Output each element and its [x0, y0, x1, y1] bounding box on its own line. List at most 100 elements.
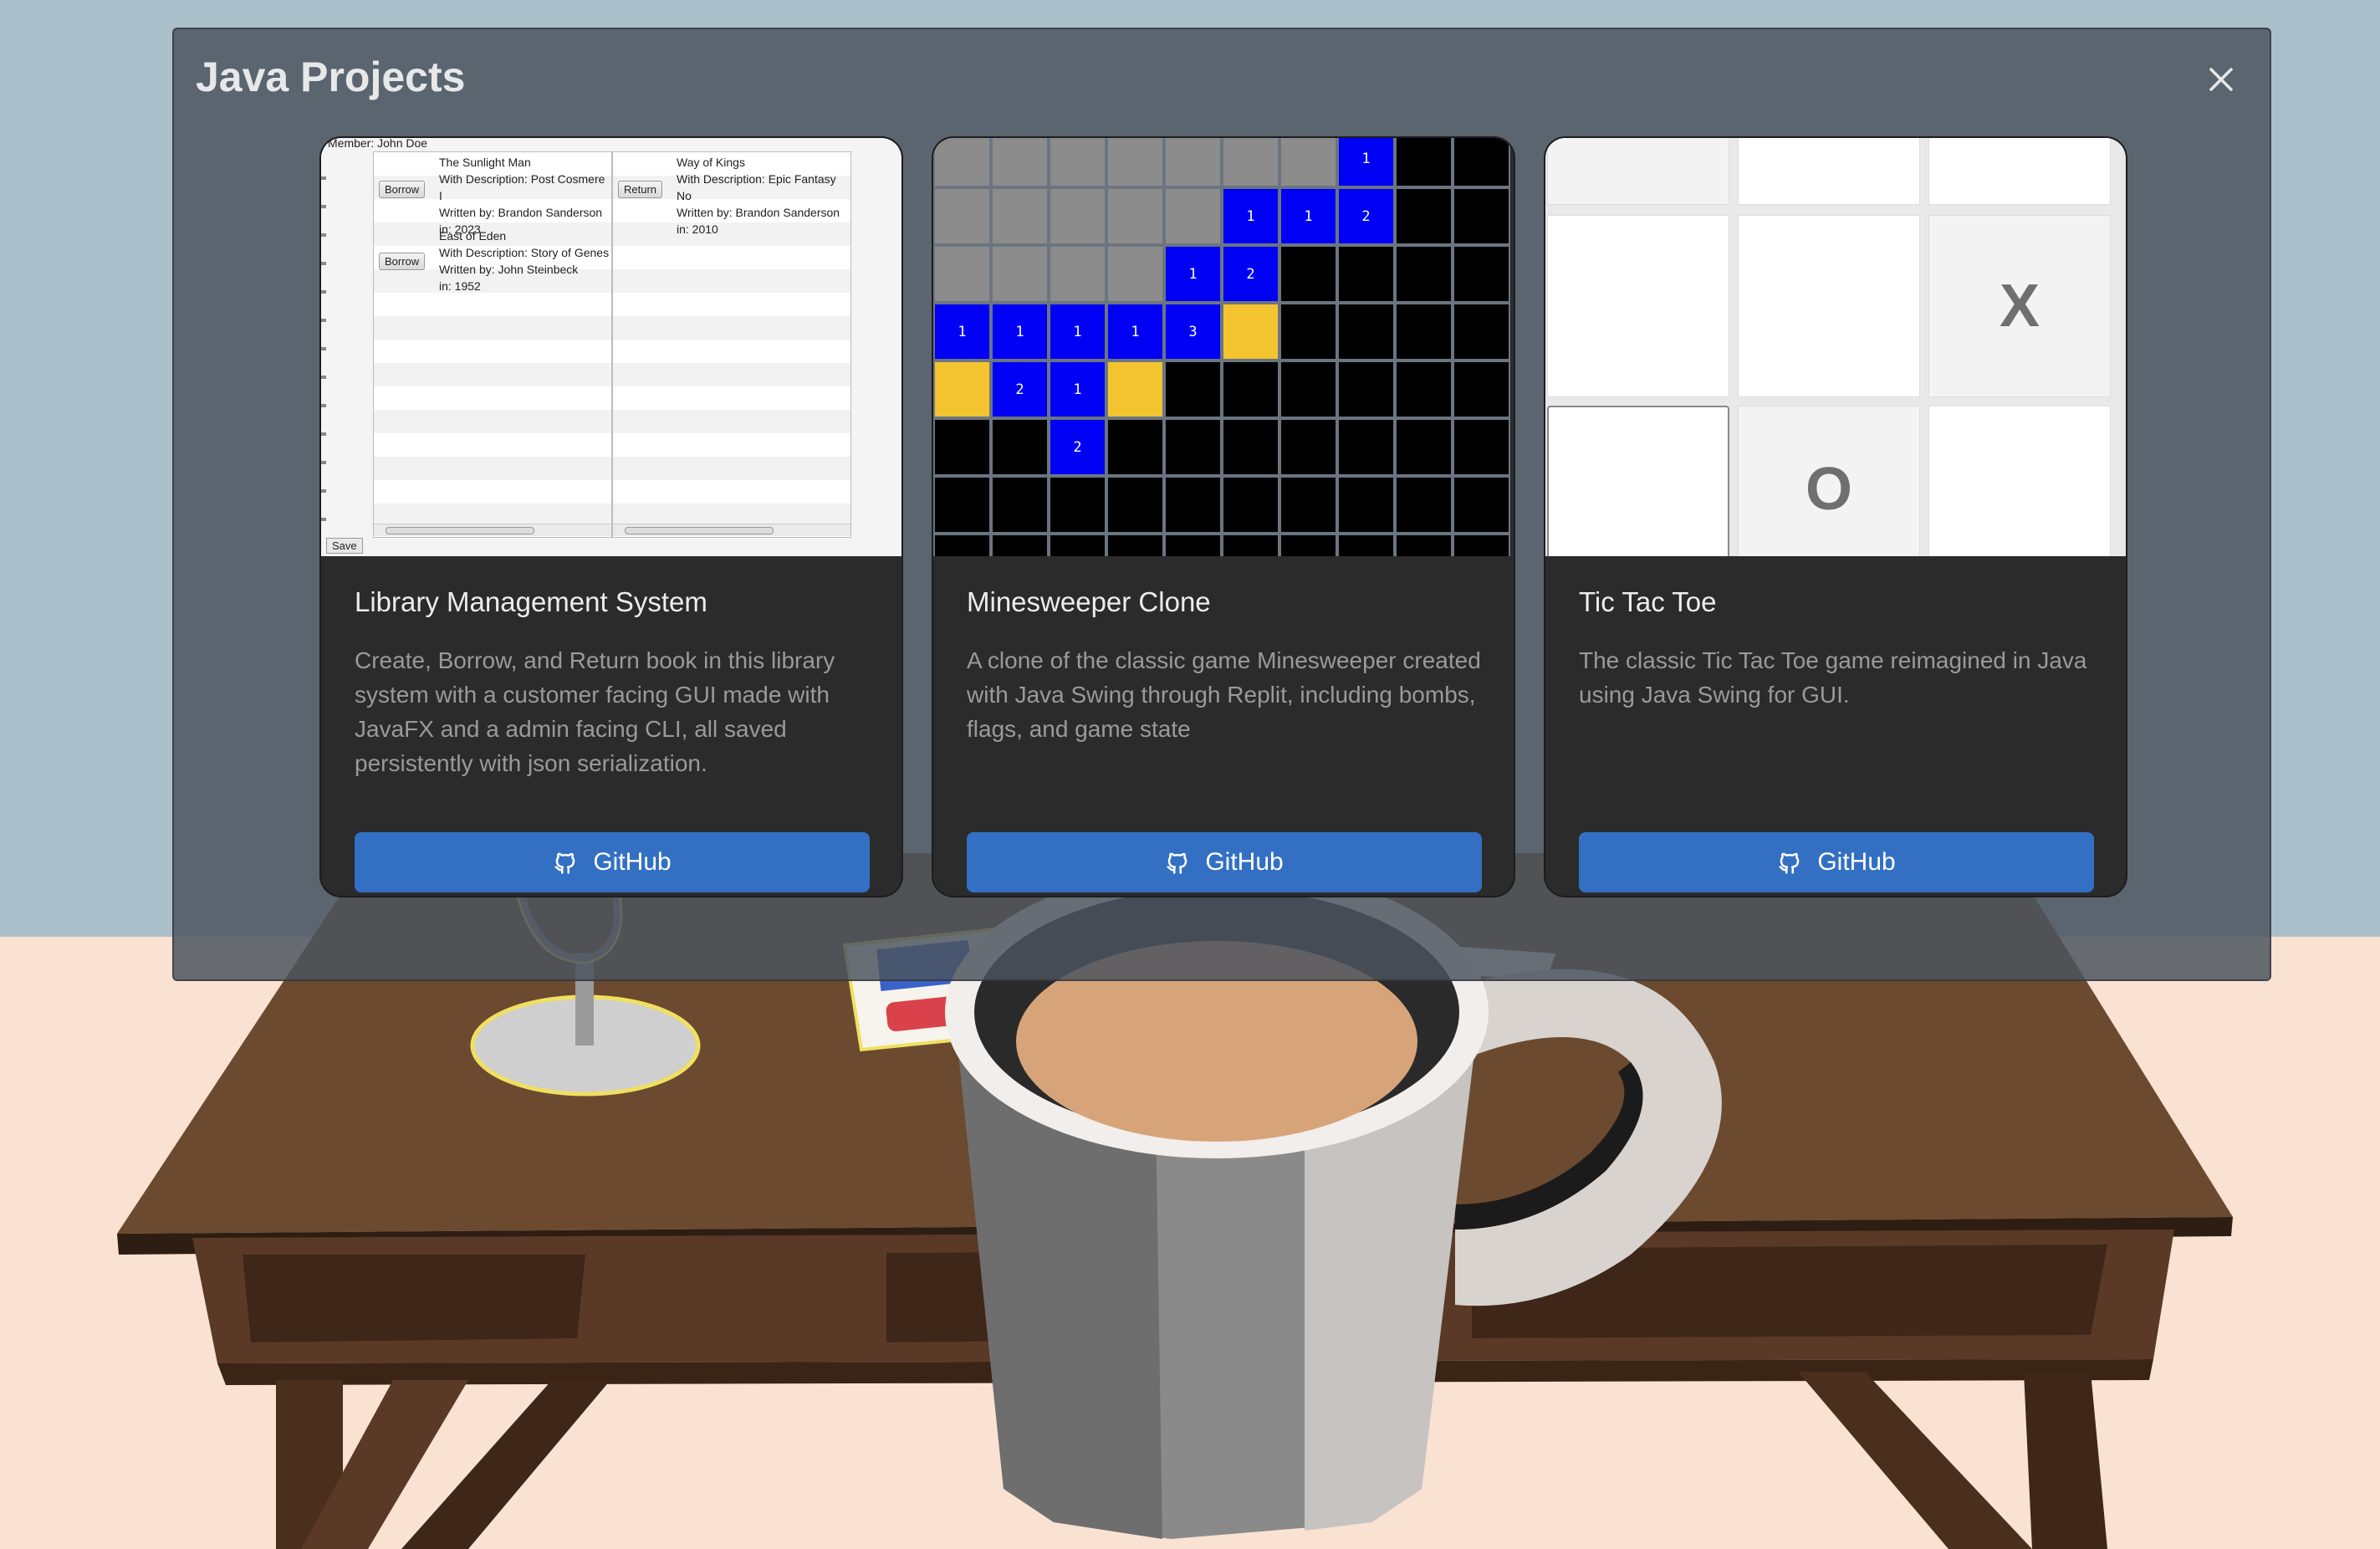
mine-cell-flag[interactable] [1222, 303, 1279, 360]
mine-cell-empty[interactable] [991, 534, 1049, 556]
mine-cell-empty[interactable] [1395, 303, 1453, 360]
github-button-label: GitHub [1205, 848, 1284, 876]
mine-cell-number[interactable]: 1 [933, 303, 991, 360]
mine-cell-empty[interactable] [1453, 138, 1510, 187]
mine-cell-empty[interactable] [1453, 187, 1510, 245]
mine-cell-number[interactable]: 2 [1049, 418, 1106, 476]
mine-cell-hidden[interactable] [1222, 138, 1279, 187]
mine-cell-number[interactable]: 1 [1049, 360, 1106, 418]
mine-cell-empty[interactable] [1337, 245, 1395, 303]
card-description: Create, Borrow, and Return book in this … [355, 647, 835, 776]
mine-cell-empty[interactable] [1395, 534, 1453, 556]
mine-cell-empty[interactable] [1049, 534, 1106, 556]
close-icon[interactable] [2203, 61, 2240, 98]
mine-cell-empty[interactable] [1106, 534, 1164, 556]
book-line: in: 1952 [439, 279, 481, 293]
mine-cell-number[interactable]: 1 [1164, 245, 1222, 303]
mine-cell-hidden[interactable] [933, 138, 991, 187]
mine-cell-empty[interactable] [1337, 303, 1395, 360]
mine-cell-empty[interactable] [1453, 476, 1510, 534]
horizontal-scrollbar[interactable] [613, 524, 850, 536]
mine-cell-number[interactable]: 2 [1337, 187, 1395, 245]
mine-cell-number[interactable]: 2 [991, 360, 1049, 418]
mine-cell-empty[interactable] [1279, 418, 1337, 476]
mine-cell-empty[interactable] [1453, 245, 1510, 303]
mine-cell-empty[interactable] [1337, 418, 1395, 476]
mine-cell-hidden[interactable] [933, 187, 991, 245]
mine-cell-empty[interactable] [1279, 245, 1337, 303]
mine-cell-empty[interactable] [1279, 360, 1337, 418]
horizontal-scrollbar[interactable] [374, 524, 611, 536]
github-icon [1779, 852, 1800, 874]
mine-cell-empty[interactable] [1395, 245, 1453, 303]
mine-cell-empty[interactable] [933, 476, 991, 534]
mine-cell-hidden[interactable] [1106, 245, 1164, 303]
mine-cell-empty[interactable] [933, 418, 991, 476]
mine-cell-empty[interactable] [1395, 187, 1453, 245]
mine-cell-empty[interactable] [1106, 418, 1164, 476]
mine-cell-number[interactable]: 1 [1279, 187, 1337, 245]
mine-cell-empty[interactable] [1164, 476, 1222, 534]
mine-cell-flag[interactable] [933, 360, 991, 418]
mine-cell-hidden[interactable] [1279, 138, 1337, 187]
mine-cell-number[interactable]: 1 [1337, 138, 1395, 187]
mine-cell-empty[interactable] [1222, 360, 1279, 418]
mine-cell-empty[interactable] [1453, 303, 1510, 360]
github-button[interactable]: GitHub [1579, 832, 2094, 892]
mine-cell-empty[interactable] [1222, 418, 1279, 476]
mine-cell-empty[interactable] [1222, 534, 1279, 556]
project-card-minesweeper: 11121211113212 Minesweeper Clone A clone… [932, 136, 1515, 897]
mine-cell-empty[interactable] [1337, 534, 1395, 556]
return-button[interactable]: Return [618, 181, 663, 198]
mine-cell-empty[interactable] [1395, 476, 1453, 534]
mine-cell-hidden[interactable] [1164, 187, 1222, 245]
mine-cell-number[interactable]: 1 [991, 303, 1049, 360]
mine-cell-empty[interactable] [1164, 418, 1222, 476]
mine-cell-empty[interactable] [1106, 476, 1164, 534]
github-button-label: GitHub [1817, 848, 1896, 876]
mine-cell-flag[interactable] [1106, 360, 1164, 418]
mine-cell-number[interactable]: 1 [1106, 303, 1164, 360]
mine-cell-hidden[interactable] [1049, 187, 1106, 245]
mine-cell-number[interactable]: 3 [1164, 303, 1222, 360]
mine-cell-empty[interactable] [1279, 534, 1337, 556]
github-button[interactable]: GitHub [355, 832, 870, 892]
mine-cell-hidden[interactable] [1049, 138, 1106, 187]
github-button[interactable]: GitHub [967, 832, 1482, 892]
mine-cell-number[interactable]: 1 [1222, 187, 1279, 245]
mine-cell-hidden[interactable] [1049, 245, 1106, 303]
mine-cell-empty[interactable] [1453, 360, 1510, 418]
board-cell: X [1928, 215, 2111, 397]
mine-cell-empty[interactable] [1337, 476, 1395, 534]
mine-cell-empty[interactable] [1453, 534, 1510, 556]
mine-cell-empty[interactable] [933, 534, 991, 556]
mine-cell-empty[interactable] [1279, 303, 1337, 360]
mine-cell-empty[interactable] [1164, 360, 1222, 418]
borrow-button[interactable]: Borrow [379, 181, 426, 198]
mine-cell-empty[interactable] [1164, 534, 1222, 556]
card-description: The classic Tic Tac Toe game reimagined … [1579, 647, 2087, 708]
mine-cell-empty[interactable] [1395, 418, 1453, 476]
mine-cell-hidden[interactable] [991, 187, 1049, 245]
board-cell: O [1738, 406, 1920, 556]
mine-cell-hidden[interactable] [1106, 187, 1164, 245]
mine-cell-empty[interactable] [1395, 138, 1453, 187]
board-cell [1547, 215, 1729, 397]
mine-cell-empty[interactable] [991, 476, 1049, 534]
mine-cell-empty[interactable] [1337, 360, 1395, 418]
borrow-button[interactable]: Borrow [379, 253, 426, 270]
mine-cell-hidden[interactable] [991, 138, 1049, 187]
mine-cell-hidden[interactable] [1164, 138, 1222, 187]
save-button[interactable]: Save [326, 538, 363, 554]
mine-cell-number[interactable]: 2 [1222, 245, 1279, 303]
mine-cell-hidden[interactable] [1106, 138, 1164, 187]
mine-cell-empty[interactable] [1279, 476, 1337, 534]
mine-cell-hidden[interactable] [933, 245, 991, 303]
mine-cell-empty[interactable] [1453, 418, 1510, 476]
mine-cell-empty[interactable] [1049, 476, 1106, 534]
mine-cell-number[interactable]: 1 [1049, 303, 1106, 360]
mine-cell-empty[interactable] [1222, 476, 1279, 534]
mine-cell-empty[interactable] [1395, 360, 1453, 418]
mine-cell-empty[interactable] [991, 418, 1049, 476]
mine-cell-hidden[interactable] [991, 245, 1049, 303]
